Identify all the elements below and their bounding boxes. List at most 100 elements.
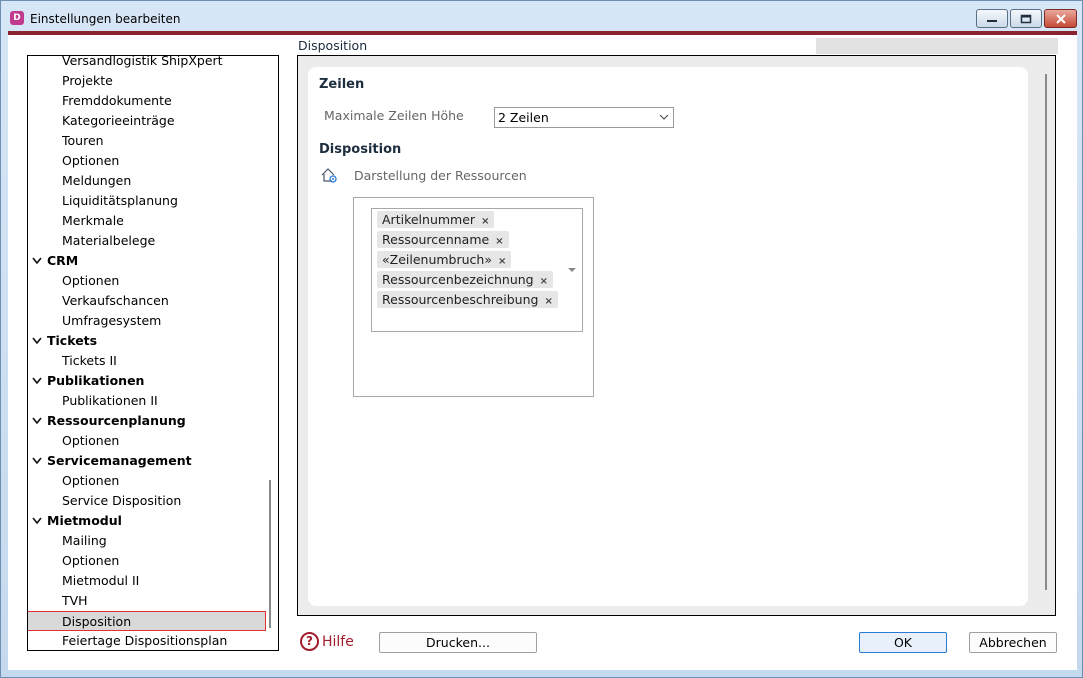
chevron-down-icon[interactable] (32, 257, 42, 265)
tree-group[interactable]: Mietmodul (28, 511, 260, 531)
tree-item[interactable]: Tickets II (28, 351, 260, 371)
tree-item-label: Optionen (62, 273, 120, 288)
tree-item-label: Servicemanagement (47, 453, 192, 468)
tree-item[interactable]: Fremddokumente (28, 91, 260, 111)
tree-item-label: Verkaufschancen (62, 293, 169, 308)
max-row-height-select[interactable]: 2 Zeilen (494, 107, 674, 128)
chevron-down-icon[interactable] (32, 457, 42, 465)
remove-chip-icon[interactable]: × (481, 216, 489, 227)
tree-item-label: TVH (62, 593, 88, 608)
max-row-height-label: Maximale Zeilen Höhe (324, 108, 464, 123)
chevron-down-icon[interactable] (32, 337, 42, 345)
tree-item[interactable]: Optionen (28, 471, 260, 491)
resource-chip: Artikelnummer × (377, 211, 495, 228)
section-title-zeilen: Zeilen (319, 77, 365, 92)
resource-chip: Ressourcenbeschreibung × (377, 291, 558, 308)
resource-chip: «Zeilenumbruch» × (377, 251, 512, 268)
tree-item-label: Touren (62, 133, 104, 148)
tree-item-label: Optionen (62, 473, 120, 488)
tree-item[interactable]: TVH (28, 591, 260, 611)
tree-item[interactable]: Kategorieeinträge (28, 111, 260, 131)
resource-chip-label: Ressourcenbezeichnung (382, 272, 534, 287)
tree-item[interactable]: Touren (28, 131, 260, 151)
tree-item[interactable]: Materialbelege (28, 231, 260, 251)
tree-item-label: Fremddokumente (62, 93, 172, 108)
tree-item[interactable]: Service Disposition (28, 491, 260, 511)
tree-item-label: Publikationen II (62, 393, 158, 408)
tree-scrollbar[interactable] (264, 56, 278, 650)
resource-chip-label: Ressourcenbeschreibung (382, 292, 539, 307)
section-title-disposition: Disposition (319, 142, 402, 157)
tree-item[interactable]: Publikationen II (28, 391, 260, 411)
max-row-height-value: 2 Zeilen (498, 110, 549, 125)
settings-panel: Zeilen Maximale Zeilen Höhe 2 Zeilen Dis… (297, 55, 1056, 616)
help-icon: ? (300, 632, 319, 651)
resource-chip: Ressourcenbezeichnung × (377, 271, 553, 288)
panel-header-bar (816, 38, 1058, 54)
resource-chip: Ressourcenname × (377, 231, 509, 248)
tree-item[interactable]: Optionen (28, 431, 260, 451)
tree-item-label: Mailing (62, 533, 107, 548)
tree-item-label: Disposition (62, 614, 132, 629)
ok-button[interactable]: OK (859, 632, 947, 653)
tree-item[interactable]: Versandlogistik ShipXpert (28, 55, 260, 71)
title-bar[interactable]: D Einstellungen bearbeiten (1, 1, 1082, 33)
dropdown-arrow-icon[interactable] (567, 267, 577, 273)
resource-chip-label: «Zeilenumbruch» (382, 252, 492, 267)
chevron-down-icon[interactable] (32, 517, 42, 525)
tree-item[interactable]: Projekte (28, 71, 260, 91)
settings-window: D Einstellungen bearbeiten Versandlogist… (0, 0, 1083, 678)
close-icon (1055, 13, 1066, 24)
tree-item[interactable]: Feiertage Dispositionsplan (28, 631, 260, 650)
tree-item-label: Mietmodul II (62, 573, 140, 588)
tree-item[interactable]: Mailing (28, 531, 260, 551)
window-title: Einstellungen bearbeiten (30, 12, 181, 26)
tree-item[interactable]: Umfragesystem (28, 311, 260, 331)
remove-chip-icon[interactable]: × (544, 296, 552, 307)
resource-chip-label: Artikelnummer (382, 212, 476, 227)
tree-item-label: CRM (47, 253, 79, 268)
tree-item-label: Materialbelege (62, 233, 156, 248)
tree-item-label: Liquiditätsplanung (62, 193, 178, 208)
dialog-client: Versandlogistik ShipXpert Projekte Fremddo… (8, 35, 1077, 670)
tree-group[interactable]: Publikationen (28, 371, 260, 391)
tree-item[interactable]: Meldungen (28, 171, 260, 191)
remove-chip-icon[interactable]: × (498, 256, 506, 267)
resources-multiselect[interactable]: Artikelnummer × Ressourcenname × «Zeilenumbr… (371, 208, 583, 332)
tree-item[interactable]: Optionen (28, 151, 260, 171)
tree-item-label: Feiertage Dispositionsplan (62, 633, 228, 648)
resources-display-label: Darstellung der Ressourcen (354, 168, 527, 183)
tree-item-label: Versandlogistik ShipXpert (62, 55, 223, 68)
cancel-button[interactable]: Abbrechen (969, 632, 1057, 653)
chevron-down-icon[interactable] (32, 377, 42, 385)
maximize-button[interactable] (1010, 9, 1042, 28)
settings-tree: Versandlogistik ShipXpert Projekte Fremddo… (27, 55, 279, 651)
tree-item-label: Optionen (62, 553, 120, 568)
tree-item[interactable]: Merkmale (28, 211, 260, 231)
tree-group[interactable]: Servicemanagement (28, 451, 260, 471)
tree-item-label: Ressourcenplanung (47, 413, 186, 428)
panel-scrollbar[interactable] (1045, 74, 1047, 590)
tree-item-label: Publikationen (47, 373, 145, 388)
close-button[interactable] (1044, 9, 1077, 28)
help-link[interactable]: ? Hilfe (300, 632, 354, 651)
minimize-button[interactable] (976, 9, 1008, 28)
tree-item[interactable]: Optionen (28, 271, 260, 291)
tree-item[interactable]: Optionen (28, 551, 260, 571)
tree-item[interactable]: Mietmodul II (28, 571, 260, 591)
minimize-icon (987, 19, 997, 22)
remove-chip-icon[interactable]: × (495, 236, 503, 247)
tree-item-label: Meldungen (62, 173, 132, 188)
tree-item[interactable]: Verkaufschancen (28, 291, 260, 311)
remove-chip-icon[interactable]: × (540, 276, 548, 287)
tree-item-label: Optionen (62, 153, 120, 168)
chevron-down-icon[interactable] (32, 417, 42, 425)
tree-group[interactable]: Tickets (28, 331, 260, 351)
tree-group[interactable]: Ressourcenplanung (28, 411, 260, 431)
tree-item[interactable]: Liquiditätsplanung (28, 191, 260, 211)
print-button[interactable]: Drucken... (379, 632, 537, 653)
chevron-down-icon (659, 114, 669, 120)
tree-item[interactable]: Disposition (28, 611, 266, 631)
tree-scrollbar-thumb[interactable] (269, 480, 271, 628)
tree-group[interactable]: CRM (28, 251, 260, 271)
